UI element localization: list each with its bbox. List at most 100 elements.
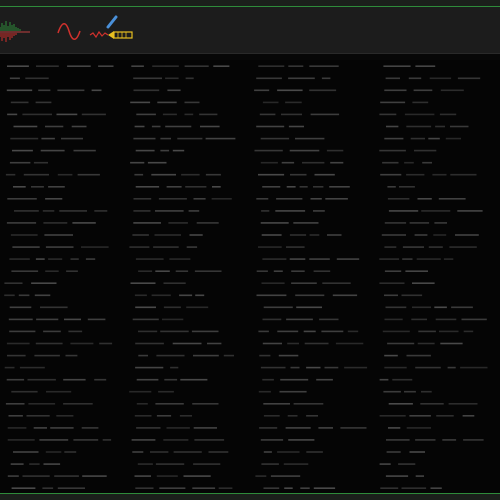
text-line-fragment xyxy=(193,354,219,357)
text-line-fragment xyxy=(67,65,91,67)
text-line-fragment xyxy=(415,65,436,67)
text-line-fragment xyxy=(422,161,432,164)
text-line-fragment xyxy=(135,149,155,152)
text-line-fragment xyxy=(262,342,282,345)
text-line-fragment xyxy=(177,137,203,140)
text-line-fragment xyxy=(184,113,194,116)
text-line-fragment xyxy=(13,186,26,188)
text-line-fragment xyxy=(306,415,318,417)
text-line-fragment xyxy=(7,354,26,357)
text-line-fragment xyxy=(56,113,78,116)
text-line-fragment xyxy=(29,463,40,465)
text-line-fragment xyxy=(383,390,401,393)
text-line-fragment xyxy=(450,125,469,128)
text-line-fragment xyxy=(413,89,433,92)
text-line-fragment xyxy=(57,487,85,489)
text-line-fragment xyxy=(45,246,74,248)
text-line-fragment xyxy=(293,403,324,405)
text-line-fragment xyxy=(406,427,431,429)
text-line-fragment xyxy=(284,487,293,489)
text-line-fragment xyxy=(415,475,424,477)
text-line-fragment xyxy=(99,342,113,345)
text-line-fragment xyxy=(158,390,174,393)
text-line-fragment xyxy=(417,342,435,345)
text-line-fragment xyxy=(445,137,461,140)
text-line-fragment xyxy=(172,149,185,152)
text-line-fragment xyxy=(81,246,109,248)
text-line-fragment xyxy=(39,439,69,441)
text-line-fragment xyxy=(46,390,72,393)
text-line-fragment xyxy=(136,403,148,405)
text-line-fragment xyxy=(380,101,406,104)
text-line-fragment xyxy=(13,125,38,128)
text-line-fragment xyxy=(435,318,457,321)
text-line-fragment xyxy=(184,65,209,67)
text-line-fragment xyxy=(436,415,454,417)
text-line-fragment xyxy=(289,149,320,152)
log-view[interactable] xyxy=(0,60,500,494)
text-line-fragment xyxy=(281,113,302,116)
text-line-fragment xyxy=(33,427,47,429)
text-line-fragment xyxy=(421,210,451,212)
synth-pen-button[interactable] xyxy=(88,13,138,49)
text-line-fragment xyxy=(462,415,475,417)
text-line-fragment xyxy=(45,198,63,200)
text-line-fragment xyxy=(72,222,96,224)
text-line-fragment xyxy=(314,173,335,176)
text-line-fragment xyxy=(309,258,330,260)
text-line-fragment xyxy=(434,306,447,309)
text-line-fragment xyxy=(186,306,209,309)
text-line-fragment xyxy=(256,270,268,272)
text-line-fragment xyxy=(321,77,331,80)
text-line-fragment xyxy=(10,234,38,236)
sine-wave-button[interactable] xyxy=(56,13,82,49)
text-line-fragment xyxy=(295,137,325,140)
text-line-fragment xyxy=(85,258,96,260)
text-line-fragment xyxy=(57,89,85,92)
text-line-fragment xyxy=(262,101,279,104)
text-line-fragment xyxy=(207,342,222,345)
text-line-fragment xyxy=(151,173,176,176)
audio-waveform-button[interactable] xyxy=(0,13,34,49)
text-line-fragment xyxy=(179,294,193,297)
text-line-fragment xyxy=(184,101,200,104)
text-line-fragment xyxy=(277,451,300,453)
text-line-fragment xyxy=(57,173,73,176)
text-line-fragment xyxy=(68,330,83,333)
text-line-fragment xyxy=(129,246,150,248)
text-line-fragment xyxy=(463,439,484,441)
text-line-fragment xyxy=(455,234,479,236)
text-line-fragment xyxy=(380,173,402,176)
text-line-fragment xyxy=(260,222,289,224)
text-line-fragment xyxy=(150,451,169,453)
text-line-fragment xyxy=(166,186,182,188)
text-line-fragment xyxy=(261,210,270,212)
text-line-fragment xyxy=(409,451,425,453)
text-line-fragment xyxy=(133,89,160,92)
text-line-fragment xyxy=(162,113,177,116)
text-line-fragment xyxy=(404,113,435,116)
synth-pen-icon xyxy=(89,15,133,39)
text-line-fragment xyxy=(137,463,153,465)
text-line-fragment xyxy=(256,125,285,128)
text-line-fragment xyxy=(35,101,52,104)
text-line-fragment xyxy=(147,161,167,164)
text-line-fragment xyxy=(138,270,153,272)
text-line-fragment xyxy=(258,330,269,333)
text-line-fragment xyxy=(288,77,315,80)
bottom-border xyxy=(0,493,500,500)
text-line-fragment xyxy=(384,270,402,272)
text-line-fragment xyxy=(310,113,340,116)
text-line-fragment xyxy=(63,378,86,381)
text-line-fragment xyxy=(259,427,278,429)
text-line-fragment xyxy=(414,234,428,236)
text-line-fragment xyxy=(4,282,23,284)
text-line-fragment xyxy=(7,65,29,67)
text-line-fragment xyxy=(418,330,436,333)
text-line-fragment xyxy=(64,318,81,321)
text-line-fragment xyxy=(91,89,102,92)
text-line-fragment xyxy=(440,89,464,92)
text-line-fragment xyxy=(205,137,236,140)
text-line-fragment xyxy=(5,403,25,405)
text-line-fragment xyxy=(63,403,93,405)
